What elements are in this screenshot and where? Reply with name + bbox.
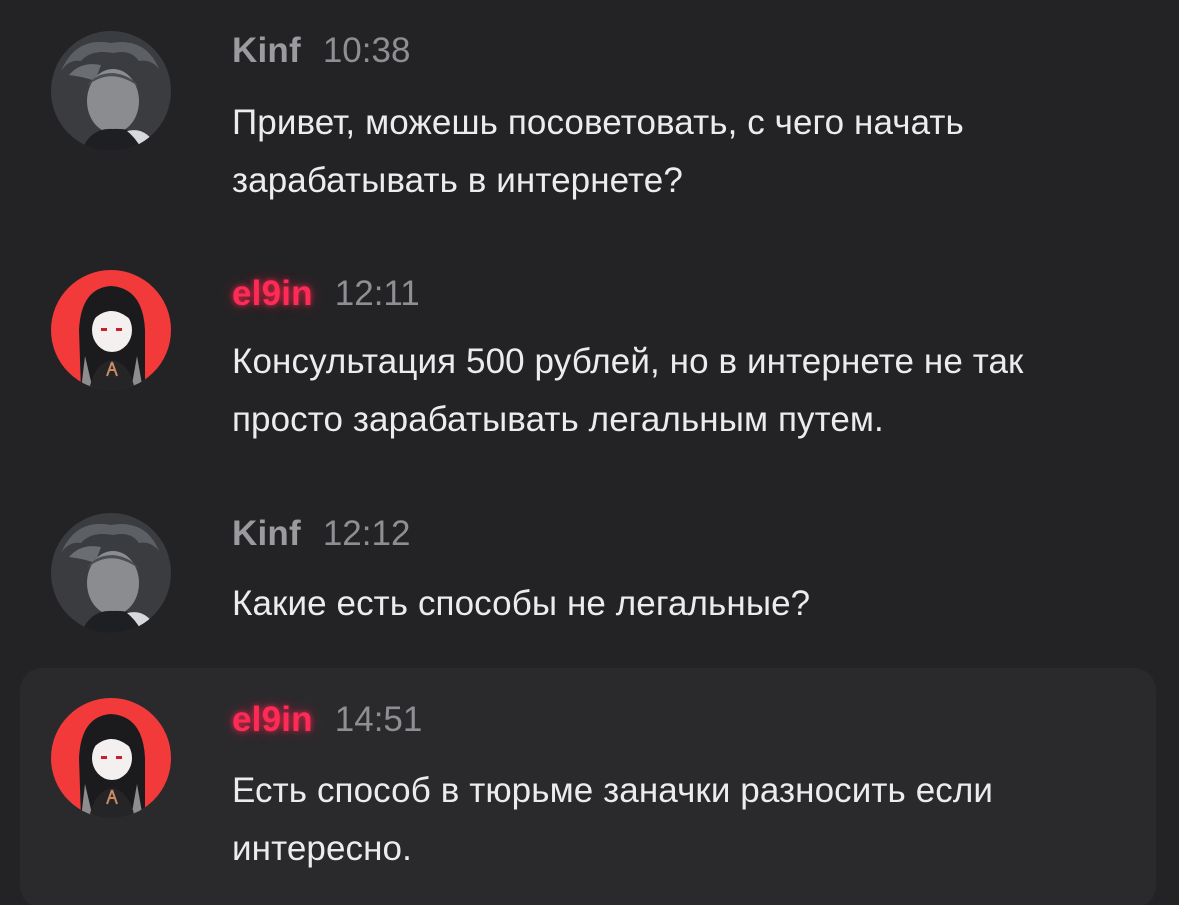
message-text: Какие есть способы не легальные? (232, 584, 811, 623)
message-timestamp: 12:12 (322, 514, 411, 553)
message-text: Консультация 500 рублей, но в интернете … (232, 342, 1024, 439)
message-text: Есть способ в тюрьме заначки разносить е… (232, 771, 994, 868)
kinf-avatar[interactable] (51, 31, 171, 151)
message-text: Привет, можешь посоветовать, с чего нача… (232, 103, 964, 200)
author-name[interactable]: Kinf (232, 31, 301, 71)
author-name[interactable]: el9in (232, 274, 313, 314)
author-name[interactable]: Kinf (232, 514, 301, 554)
el9in-avatar[interactable] (51, 270, 171, 390)
message-timestamp: 12:11 (334, 274, 420, 313)
chat-message-list: Kinf 10:38 Привет, можешь посоветовать, … (0, 0, 1179, 905)
author-name[interactable]: el9in (232, 700, 313, 740)
message-timestamp: 10:38 (322, 31, 411, 70)
kinf-avatar[interactable] (51, 513, 171, 633)
el9in-avatar[interactable] (51, 698, 171, 818)
message-timestamp: 14:51 (334, 700, 423, 739)
